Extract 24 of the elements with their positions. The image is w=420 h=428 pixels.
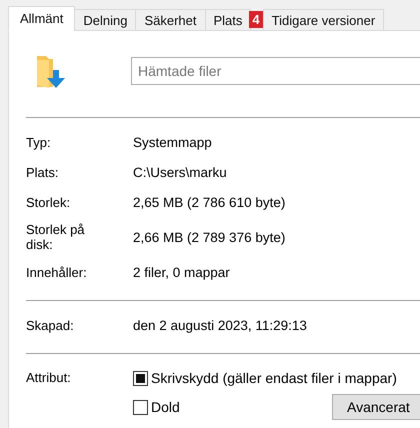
tab[interactable]: Allmänt [8, 6, 76, 31]
property-value: 2,66 MB (2 789 376 byte) [133, 230, 286, 244]
property-value: Systemmapp [133, 134, 213, 150]
property-value: 2 filer, 0 mappar [133, 264, 231, 280]
checkbox-label: Dold [151, 399, 180, 415]
property-value: 2,65 MB (2 786 610 byte) [133, 194, 286, 210]
checkbox[interactable] [133, 370, 148, 386]
property-label: Attribut: [26, 370, 72, 387]
name-field[interactable]: Hämtade filer [131, 57, 420, 85]
property-label: Innehåller: [26, 264, 88, 280]
property-label: Storlek: [26, 194, 72, 210]
number-badge: 4 [249, 11, 263, 28]
checkbox-label: Skrivskydd (gäller endast filer i mappar) [151, 370, 397, 386]
advanced-button[interactable]: Avancerat [332, 394, 420, 420]
property-label: Skapad: [26, 318, 75, 332]
tab[interactable]: Plats [204, 9, 252, 31]
checkbox[interactable] [133, 400, 148, 414]
property-value: C:\Users\marku [133, 164, 228, 180]
property-label: Typ: [26, 134, 52, 150]
property-value: den 2 augusti 2023, 11:29:13 [133, 318, 308, 332]
property-label: Storlek på disk: [26, 222, 86, 252]
property-label: Plats: [26, 164, 60, 180]
tab[interactable]: Tidigare versioner [262, 9, 384, 31]
tab[interactable]: Delning [74, 9, 136, 31]
